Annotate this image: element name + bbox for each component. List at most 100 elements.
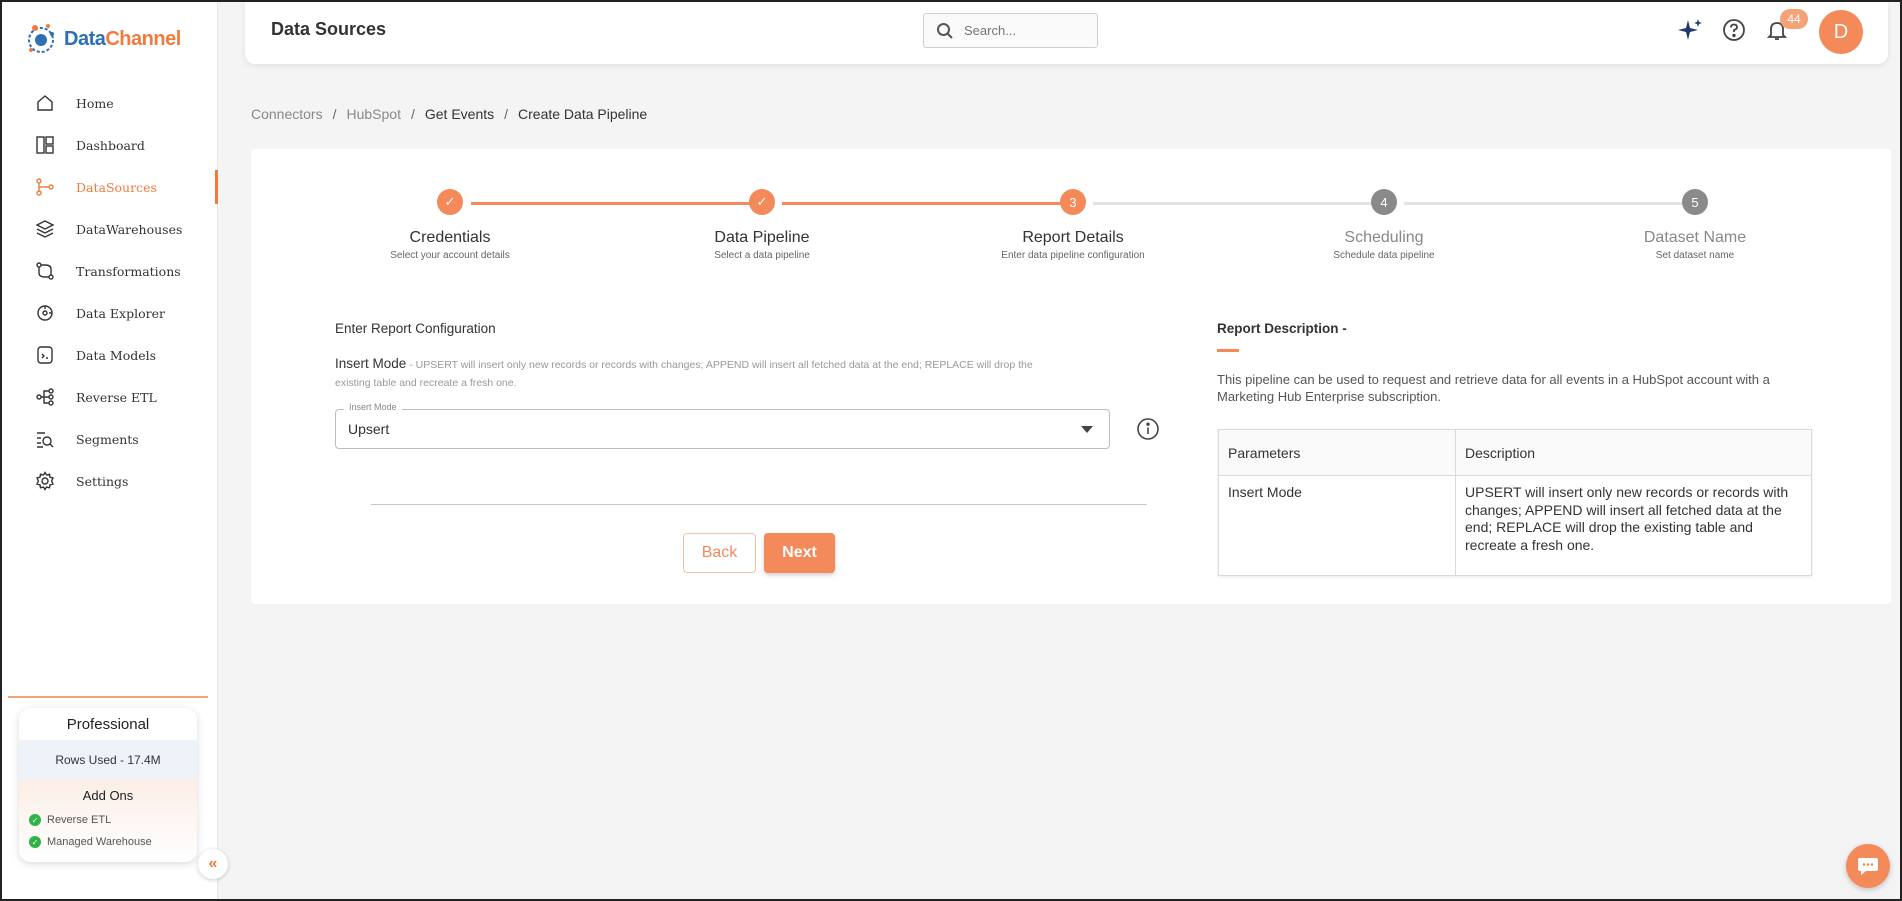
step-number: 5 bbox=[1682, 189, 1708, 215]
models-icon bbox=[34, 344, 56, 366]
info-icon[interactable] bbox=[1136, 417, 1160, 441]
transform-icon bbox=[34, 260, 56, 282]
parameters-table: Parameters Description Insert Mode UPSER… bbox=[1218, 429, 1812, 576]
insert-mode-description: Insert Mode - UPSERT will insert only ne… bbox=[335, 355, 1055, 392]
pipeline-card: ✓ Credentials Select your account detail… bbox=[251, 149, 1891, 604]
plan-card: Professional Rows Used - 17.4M Add Ons ✓… bbox=[19, 708, 197, 862]
select-floating-label: Insert Mode bbox=[344, 402, 402, 412]
reverse-etl-icon bbox=[34, 386, 56, 408]
step-scheduling[interactable]: 4 Scheduling Schedule data pipeline bbox=[1264, 189, 1504, 261]
step-dataset-name[interactable]: 5 Dataset Name Set dataset name bbox=[1575, 189, 1815, 261]
step-number: 4 bbox=[1371, 189, 1397, 215]
insert-mode-help: - UPSERT will insert only new records or… bbox=[335, 359, 1033, 389]
addon-item: ✓ Managed Warehouse bbox=[19, 831, 197, 853]
breadcrumb: Connectors / HubSpot / Get Events / Crea… bbox=[251, 106, 647, 122]
datachannel-logo-icon bbox=[28, 24, 54, 53]
step-credentials[interactable]: ✓ Credentials Select your account detail… bbox=[330, 189, 570, 261]
sparkle-icon bbox=[1678, 19, 1702, 40]
addon-label: Reverse ETL bbox=[47, 814, 112, 826]
back-button[interactable]: Back bbox=[683, 533, 756, 573]
sidebar-item-dashboard[interactable]: Dashboard bbox=[2, 124, 218, 166]
breadcrumb-separator: / bbox=[332, 106, 337, 122]
brand-logo[interactable]: DataChannel bbox=[24, 20, 181, 58]
search-input[interactable] bbox=[962, 22, 1082, 39]
avatar[interactable]: D bbox=[1819, 10, 1863, 54]
check-icon: ✓ bbox=[29, 814, 41, 826]
collapse-sidebar-button[interactable]: « bbox=[198, 849, 228, 879]
sidebar-item-label: Transformations bbox=[76, 263, 181, 279]
step-report-details[interactable]: 3 Report Details Enter data pipeline con… bbox=[953, 189, 1193, 261]
search-box[interactable] bbox=[923, 13, 1098, 48]
breadcrumb-current: Create Data Pipeline bbox=[518, 106, 648, 122]
chat-icon bbox=[1858, 858, 1878, 875]
table-header-row: Parameters Description bbox=[1218, 429, 1812, 476]
sidebar-item-label: Reverse ETL bbox=[76, 389, 157, 405]
step-number: 3 bbox=[1060, 189, 1086, 215]
report-description-text: This pipeline can be used to request and… bbox=[1217, 372, 1770, 404]
sidebar-divider bbox=[8, 696, 208, 698]
sidebar-item-label: Dashboard bbox=[76, 137, 145, 153]
page-title: Data Sources bbox=[271, 19, 387, 39]
breadcrumb-hubspot[interactable]: HubSpot bbox=[346, 106, 400, 122]
breadcrumb-get-events[interactable]: Get Events bbox=[425, 106, 494, 122]
step-data-pipeline[interactable]: ✓ Data Pipeline Select a data pipeline bbox=[642, 189, 882, 261]
config-heading: Enter Report Configuration bbox=[335, 321, 496, 336]
step-title: Data Pipeline bbox=[714, 229, 810, 246]
brand-name-part1: Data bbox=[64, 27, 106, 50]
chat-support-button[interactable] bbox=[1846, 844, 1890, 888]
layers-icon bbox=[34, 218, 56, 240]
plan-name: Professional bbox=[66, 715, 150, 733]
breadcrumb-separator: / bbox=[504, 106, 509, 122]
table-header-parameters: Parameters bbox=[1218, 429, 1456, 476]
sidebar-item-label: DataSources bbox=[76, 179, 157, 195]
top-header: Data Sources 44 D bbox=[245, 2, 1888, 64]
sidebar-nav: Home Dashboard DataSources DataWarehouse… bbox=[2, 82, 218, 502]
ai-sparkle-button[interactable] bbox=[1676, 16, 1704, 44]
sidebar-item-segments[interactable]: Segments bbox=[2, 418, 218, 460]
sidebar-item-label: Data Explorer bbox=[76, 305, 165, 321]
insert-mode-select[interactable]: Insert Mode Upsert bbox=[335, 402, 1110, 449]
step-title: Scheduling bbox=[1344, 229, 1424, 246]
addons-title: Add Ons bbox=[82, 788, 134, 803]
sidebar: DataChannel Home Dashboard DataSources D… bbox=[2, 2, 218, 899]
table-row: Insert Mode UPSERT will insert only new … bbox=[1218, 475, 1812, 576]
sidebar-item-datawarehouses[interactable]: DataWarehouses bbox=[2, 208, 218, 250]
sidebar-item-data-models[interactable]: Data Models bbox=[2, 334, 218, 376]
segments-icon bbox=[34, 428, 56, 450]
step-subtitle: Select your account details bbox=[390, 250, 510, 261]
check-icon: ✓ bbox=[437, 189, 463, 215]
caret-down-icon bbox=[1081, 426, 1093, 433]
insert-mode-label: Insert Mode bbox=[335, 356, 407, 371]
double-chevron-left-icon: « bbox=[208, 855, 218, 872]
step-subtitle: Select a data pipeline bbox=[714, 250, 810, 261]
select-value: Upsert bbox=[348, 421, 390, 437]
report-description-heading: Report Description - bbox=[1217, 321, 1347, 336]
sidebar-item-datasources[interactable]: DataSources bbox=[2, 166, 218, 208]
step-subtitle: Schedule data pipeline bbox=[1333, 250, 1435, 261]
sidebar-item-data-explorer[interactable]: Data Explorer bbox=[2, 292, 218, 334]
notification-badge: 44 bbox=[1780, 9, 1808, 29]
explorer-icon bbox=[34, 302, 56, 324]
sidebar-item-transformations[interactable]: Transformations bbox=[2, 250, 218, 292]
sidebar-item-settings[interactable]: Settings bbox=[2, 460, 218, 502]
addons-section: Add Ons ✓ Reverse ETL ✓ Managed Warehous… bbox=[19, 780, 197, 862]
breadcrumb-connectors[interactable]: Connectors bbox=[251, 106, 323, 122]
next-button[interactable]: Next bbox=[764, 533, 835, 573]
addon-item: ✓ Reverse ETL bbox=[19, 809, 197, 831]
step-subtitle: Set dataset name bbox=[1655, 250, 1735, 261]
check-icon: ✓ bbox=[29, 836, 41, 848]
sidebar-item-home[interactable]: Home bbox=[2, 82, 218, 124]
table-cell-description: UPSERT will insert only new records or r… bbox=[1455, 475, 1812, 576]
step-title: Dataset Name bbox=[1643, 229, 1747, 246]
help-icon bbox=[1723, 19, 1745, 41]
dashboard-icon bbox=[34, 134, 56, 156]
sidebar-item-reverse-etl[interactable]: Reverse ETL bbox=[2, 376, 218, 418]
help-button[interactable] bbox=[1720, 16, 1748, 44]
rows-used: Rows Used - 17.4M bbox=[19, 740, 197, 780]
sidebar-item-label: DataWarehouses bbox=[76, 221, 183, 237]
home-icon bbox=[34, 92, 56, 114]
sidebar-item-label: Settings bbox=[76, 473, 129, 489]
stepper: ✓ Credentials Select your account detail… bbox=[251, 149, 1891, 279]
gear-icon bbox=[34, 470, 56, 492]
brand-name-part2: Channel bbox=[105, 27, 181, 50]
